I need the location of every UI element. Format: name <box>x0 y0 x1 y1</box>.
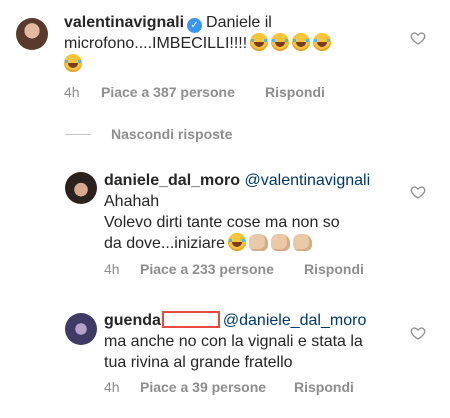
username[interactable]: valentinavignali <box>64 14 184 31</box>
tears-of-joy-emoji-icon <box>271 33 290 51</box>
comment-body-line-2: microfono....IMBECILLI!!!! <box>64 35 248 52</box>
comment-body-line-3: da dove...iniziare <box>104 235 225 252</box>
heart-icon[interactable] <box>410 30 426 46</box>
timestamp: 4h <box>64 84 80 100</box>
mention-link[interactable]: @daniele_dal_moro <box>223 312 366 329</box>
divider <box>65 134 91 135</box>
heart-icon[interactable] <box>410 325 426 341</box>
tears-of-joy-emoji-icon <box>227 233 246 251</box>
mention-link[interactable]: @valentinavignali <box>245 172 371 189</box>
comment-text: valentinavignali ✓ Daniele il microfono...… <box>64 12 332 75</box>
redaction-box <box>161 311 220 328</box>
tears-of-joy-emoji-icon <box>64 54 82 72</box>
reply-button[interactable]: Rispondi <box>265 84 325 100</box>
heart-icon[interactable] <box>410 184 426 200</box>
comment-body-line-1: Ahahah <box>104 193 160 210</box>
comment-text: guenda @daniele_dal_moro ma anche no con … <box>104 310 366 373</box>
likes-count[interactable]: Piace a 233 persone <box>140 261 274 277</box>
comment-text: daniele_dal_moro @valentinavignali Ahaha… <box>104 170 370 254</box>
timestamp: 4h <box>104 261 120 277</box>
timestamp: 4h <box>104 379 120 395</box>
thumbs-up-emoji-icon <box>292 234 312 251</box>
tears-of-joy-emoji-icon <box>292 33 311 51</box>
comment-body-line-1: Daniele il <box>206 14 272 31</box>
reply-button[interactable]: Rispondi <box>294 379 354 395</box>
comment-body-line-2: Volevo dirti tante cose ma non so <box>104 214 340 231</box>
tears-of-joy-emoji-icon <box>250 33 269 51</box>
avatar[interactable] <box>16 18 48 50</box>
likes-count[interactable]: Piace a 387 persone <box>101 84 235 100</box>
likes-count[interactable]: Piace a 39 persone <box>140 379 266 395</box>
verified-badge-icon: ✓ <box>187 18 203 33</box>
avatar[interactable] <box>65 172 97 204</box>
username[interactable]: daniele_dal_moro <box>104 172 240 189</box>
tears-of-joy-emoji-icon <box>313 33 332 51</box>
fist-bump-emoji-icon <box>248 234 268 251</box>
reply-button[interactable]: Rispondi <box>304 261 364 277</box>
comment-body-line-2: tua rivina al grande fratello <box>104 354 293 371</box>
fist-bump-emoji-icon <box>270 234 290 251</box>
hide-replies-button[interactable]: Nascondi risposte <box>111 126 232 142</box>
username[interactable]: guenda <box>104 312 161 329</box>
avatar[interactable] <box>65 313 97 345</box>
comment-body-line-1: ma anche no con la vignali e stata la <box>104 333 363 350</box>
